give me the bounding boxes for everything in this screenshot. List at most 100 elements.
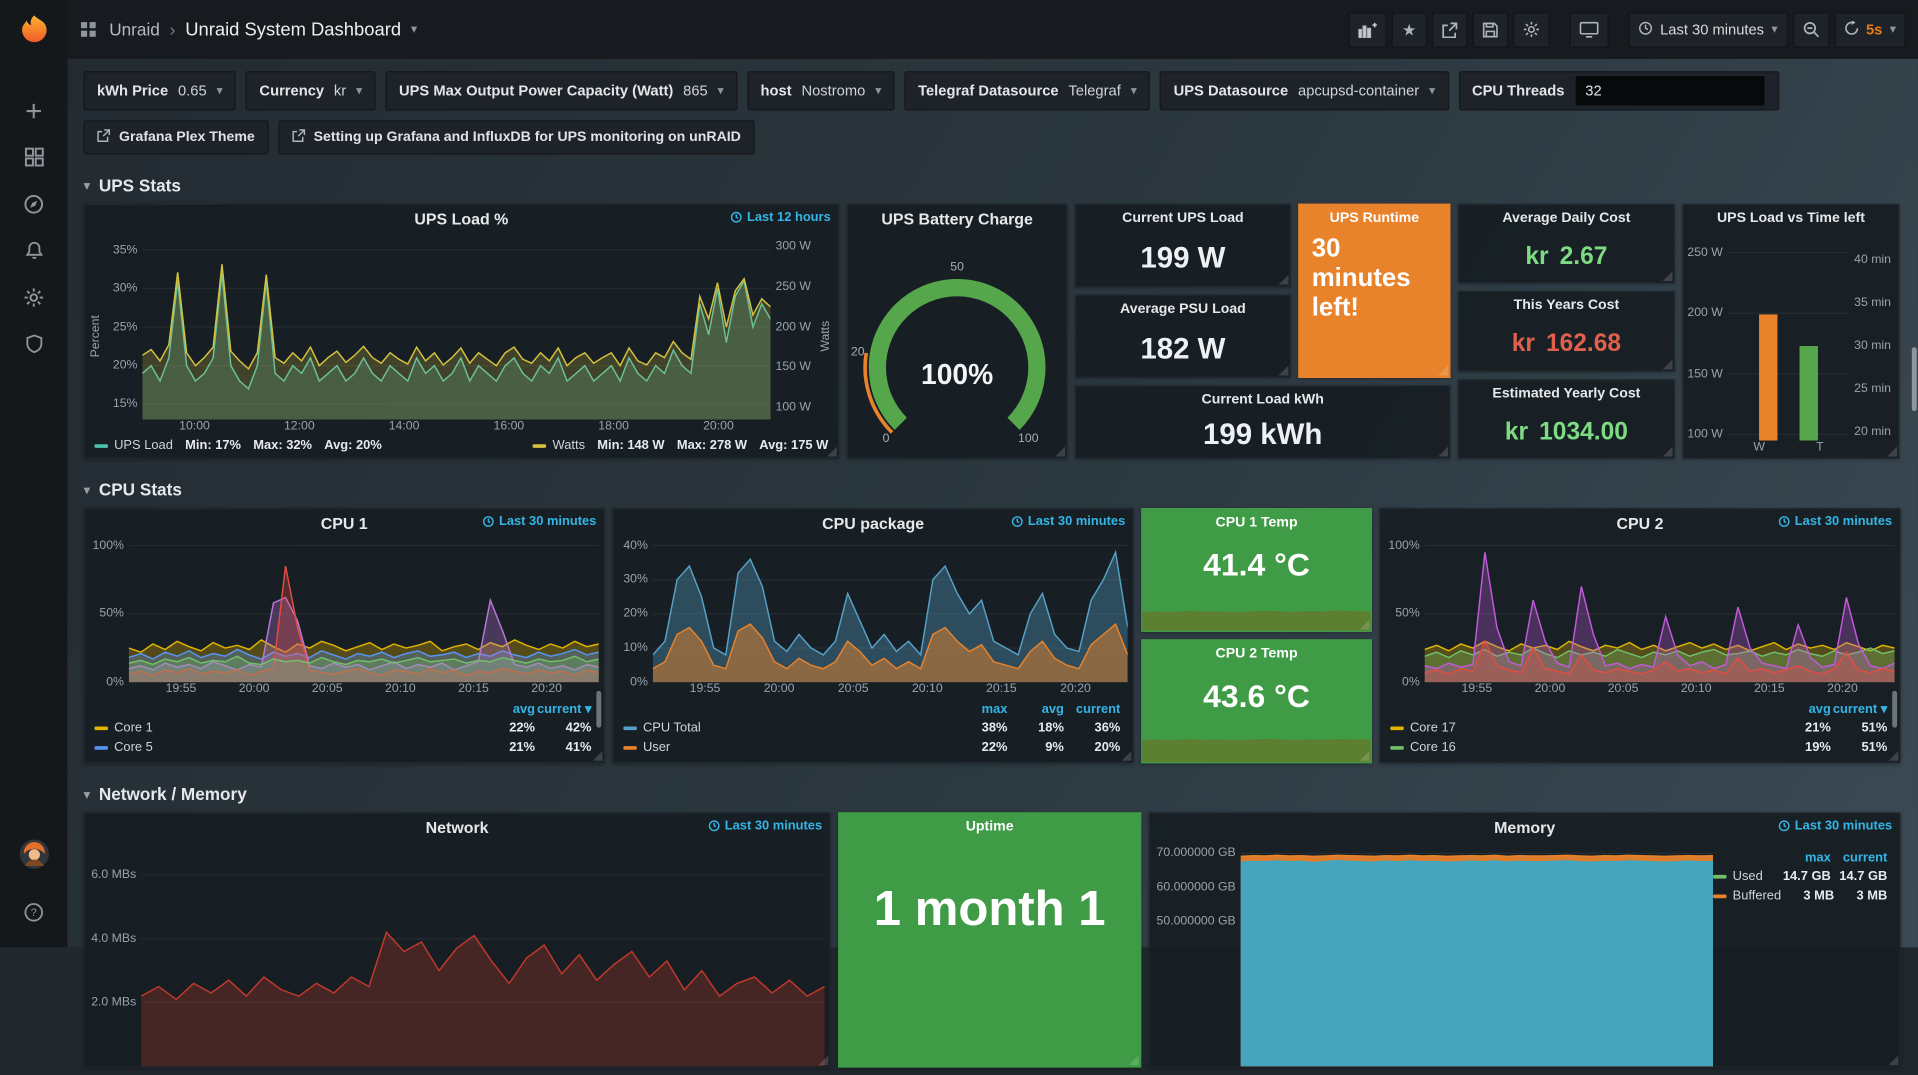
legend-series-name[interactable]: CPU Total xyxy=(643,720,951,735)
legend-series-name[interactable]: Watts xyxy=(553,438,585,453)
stat-value: 1 month 1 xyxy=(839,882,1140,937)
grafana-logo-icon[interactable] xyxy=(15,12,52,55)
cpu2-chart[interactable] xyxy=(1425,539,1895,683)
ups-stats-row: UPS Load % Last 12 hours Percent 35%30%2… xyxy=(83,204,1902,459)
dashboard-grid-icon[interactable] xyxy=(80,21,97,38)
create-icon[interactable] xyxy=(0,87,67,134)
cycle-view-button[interactable] xyxy=(1569,12,1608,48)
dashboard-settings-button[interactable] xyxy=(1513,12,1550,48)
svg-text:100: 100 xyxy=(1018,431,1039,445)
cpu-threads-input[interactable] xyxy=(1574,75,1765,107)
link-grafana-plex-theme[interactable]: Grafana Plex Theme xyxy=(83,120,268,154)
legend-series-name[interactable]: Core 16 xyxy=(1410,740,1774,755)
time-range-picker[interactable]: Last 30 minutes ▾ xyxy=(1628,12,1787,48)
navbar: Unraid › Unraid System Dashboard ▾ ★ xyxy=(67,0,1917,59)
help-icon[interactable]: ? xyxy=(0,888,67,935)
load-vs-time-bars[interactable] xyxy=(1728,234,1849,440)
chevron-down-icon[interactable]: ▾ xyxy=(411,23,417,36)
variable-kwh-price[interactable]: kWh Price 0.65 ▾ xyxy=(83,71,236,110)
panel-title[interactable]: This Years Cost xyxy=(1514,299,1620,314)
legend-scrollbar[interactable] xyxy=(596,691,601,728)
series-swatch xyxy=(94,444,107,448)
cpu-package-chart[interactable] xyxy=(653,539,1128,683)
ups-load-chart[interactable] xyxy=(142,234,770,419)
panel-network: Network Last 30 minutes 6.0 MBs4.0 MBs2.… xyxy=(83,812,830,1067)
panel-title[interactable]: Network xyxy=(426,818,489,836)
panel-title[interactable]: Average PSU Load xyxy=(1120,302,1246,317)
panel-time-override: Last 30 minutes xyxy=(482,514,597,529)
series-swatch xyxy=(1713,874,1726,878)
explore-icon[interactable] xyxy=(0,180,67,227)
stat-value: 43.6 °C xyxy=(1203,677,1310,715)
variable-ups-max-output[interactable]: UPS Max Output Power Capacity (Watt) 865… xyxy=(385,71,737,110)
network-chart[interactable] xyxy=(141,843,824,1066)
variable-ups-datasource[interactable]: UPS Datasource apcupsd-container ▾ xyxy=(1160,71,1449,110)
panel-title[interactable]: Uptime xyxy=(966,820,1014,835)
security-shield-icon[interactable] xyxy=(0,320,67,367)
variable-cpu-threads: CPU Threads xyxy=(1458,71,1779,110)
save-button[interactable] xyxy=(1472,12,1508,48)
chart-legend: avgcurrent ▾ Core 1721%51% Core 1619%51% xyxy=(1380,699,1899,762)
section-network-memory[interactable]: ▾ Network / Memory xyxy=(83,783,1902,805)
zoom-out-button[interactable] xyxy=(1792,12,1829,48)
page-scrollbar[interactable] xyxy=(1912,347,1917,411)
memory-chart[interactable] xyxy=(1241,843,1713,1066)
cpu1-chart[interactable] xyxy=(129,539,599,683)
configuration-gear-icon[interactable] xyxy=(0,274,67,321)
legend-series-name[interactable]: UPS Load xyxy=(114,438,173,453)
panel-title[interactable]: Average Daily Cost xyxy=(1502,211,1630,226)
dashboard-title[interactable]: Unraid System Dashboard xyxy=(185,19,401,40)
y-axis-left: 100%50%0% xyxy=(1383,539,1425,700)
alerting-bell-icon[interactable] xyxy=(0,227,67,274)
dashboard-links-row: Grafana Plex Theme Setting up Grafana an… xyxy=(83,120,1902,154)
link-ups-monitoring-guide[interactable]: Setting up Grafana and InfluxDB for UPS … xyxy=(278,120,754,154)
series-swatch xyxy=(1713,894,1726,898)
svg-text:50: 50 xyxy=(950,259,964,273)
chevron-down-icon: ▾ xyxy=(216,84,222,97)
panel-title[interactable]: UPS Load % xyxy=(414,209,508,227)
ups-stat-cluster: Current UPS Load 199 W Average PSU Load … xyxy=(1075,204,1450,459)
refresh-button[interactable]: 5s ▾ xyxy=(1834,12,1906,48)
user-avatar[interactable] xyxy=(18,838,50,876)
refresh-icon xyxy=(1844,20,1859,38)
variable-telegraf-datasource[interactable]: Telegraf Datasource Telegraf ▾ xyxy=(905,71,1151,110)
stat-value: kr1034.00 xyxy=(1505,418,1628,446)
variable-currency[interactable]: Currency kr ▾ xyxy=(246,71,376,110)
chevron-down-icon: ▾ xyxy=(83,786,90,802)
legend-series-name[interactable]: Used xyxy=(1733,869,1775,884)
panel-time-override: Last 30 minutes xyxy=(708,818,823,833)
y-axis-left: 250 W200 W150 W100 W xyxy=(1686,234,1728,457)
breadcrumb-folder[interactable]: Unraid xyxy=(109,20,160,40)
star-button[interactable]: ★ xyxy=(1391,12,1427,48)
legend-series-name[interactable]: Core 17 xyxy=(1410,720,1774,735)
legend-series-name[interactable]: Core 1 xyxy=(114,720,478,735)
legend-series-name[interactable]: User xyxy=(643,740,951,755)
cpu1-temp-sparkline xyxy=(1142,594,1370,631)
section-cpu-stats[interactable]: ▾ CPU Stats xyxy=(83,479,1902,501)
panel-title[interactable]: Memory xyxy=(1494,818,1555,836)
panel-title[interactable]: UPS Battery Charge xyxy=(881,209,1033,227)
dashboards-icon[interactable] xyxy=(0,134,67,181)
panel-title[interactable]: CPU 2 Temp xyxy=(1216,647,1298,662)
legend-series-name[interactable]: Buffered xyxy=(1733,888,1781,903)
series-swatch xyxy=(623,745,636,749)
panel-title[interactable]: CPU 1 Temp xyxy=(1216,515,1298,530)
share-button[interactable] xyxy=(1432,12,1468,48)
variable-host[interactable]: host Nostromo ▾ xyxy=(747,71,895,110)
panel-title[interactable]: CPU 2 xyxy=(1617,514,1664,532)
add-panel-button[interactable] xyxy=(1348,12,1386,48)
legend-scrollbar[interactable] xyxy=(1892,691,1897,728)
panel-title[interactable]: Current UPS Load xyxy=(1122,211,1244,226)
panel-ups-load-vs-time-left: UPS Load vs Time left 250 W200 W150 W100… xyxy=(1682,204,1899,459)
panel-title[interactable]: CPU 1 xyxy=(321,514,368,532)
series-swatch xyxy=(623,726,636,730)
panel-title[interactable]: UPS Runtime xyxy=(1330,211,1419,226)
chevron-down-icon: ▾ xyxy=(718,84,724,97)
panel-title[interactable]: Estimated Yearly Cost xyxy=(1492,386,1640,401)
panel-title[interactable]: Current Load kWh xyxy=(1202,393,1324,408)
chart-legend: UPS Load Min: 17%Max: 32%Avg: 20% Watts … xyxy=(85,437,838,458)
panel-title[interactable]: UPS Load vs Time left xyxy=(1717,211,1865,226)
legend-series-name[interactable]: Core 5 xyxy=(114,740,478,755)
section-ups-stats[interactable]: ▾ UPS Stats xyxy=(83,174,1902,196)
panel-title[interactable]: CPU package xyxy=(822,514,924,532)
